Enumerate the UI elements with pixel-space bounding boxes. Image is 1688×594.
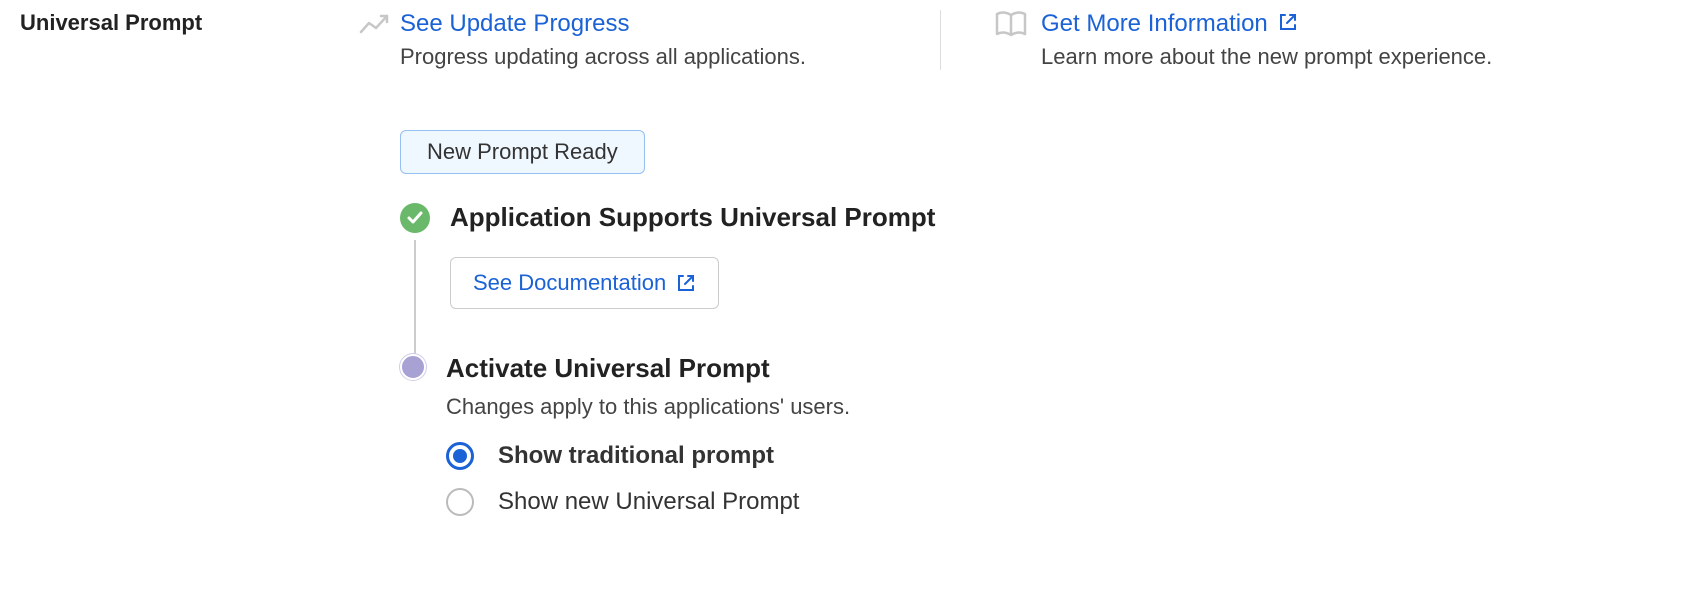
see-documentation-button[interactable]: See Documentation bbox=[450, 257, 719, 309]
radio-selected-icon bbox=[446, 442, 474, 470]
step2-title: Activate Universal Prompt bbox=[446, 353, 1668, 384]
radio-universal-prompt[interactable]: Show new Universal Prompt bbox=[446, 488, 1668, 516]
more-info-desc: Learn more about the new prompt experien… bbox=[1041, 44, 1668, 70]
see-documentation-label: See Documentation bbox=[473, 270, 666, 296]
get-more-info-link[interactable]: Get More Information bbox=[1041, 10, 1298, 37]
radio-universal-label: Show new Universal Prompt bbox=[498, 488, 799, 516]
body-left-spacer bbox=[20, 70, 400, 516]
new-prompt-ready-badge: New Prompt Ready bbox=[400, 130, 645, 174]
check-icon bbox=[400, 203, 430, 233]
section-title: Universal Prompt bbox=[20, 10, 202, 35]
radio-traditional-prompt[interactable]: Show traditional prompt bbox=[446, 442, 1668, 470]
section-label-col: Universal Prompt bbox=[20, 10, 350, 36]
more-info-block: Get More Information Learn more about th… bbox=[1041, 10, 1668, 70]
get-more-info-text: Get More Information bbox=[1041, 10, 1268, 37]
step-activate-prompt: Activate Universal Prompt Changes apply … bbox=[400, 353, 1668, 516]
body-main: New Prompt Ready Application Supports Un… bbox=[400, 70, 1668, 516]
external-link-icon bbox=[1278, 12, 1298, 32]
update-progress-block: See Update Progress Progress updating ac… bbox=[400, 10, 940, 70]
prompt-radio-group: Show traditional prompt Show new Univers… bbox=[446, 442, 1668, 516]
step2-content: Activate Universal Prompt Changes apply … bbox=[446, 353, 1668, 516]
body-row: New Prompt Ready Application Supports Un… bbox=[20, 70, 1668, 516]
step-connector bbox=[414, 240, 416, 370]
update-progress-desc: Progress updating across all application… bbox=[400, 44, 940, 70]
see-update-progress-link[interactable]: See Update Progress bbox=[400, 10, 629, 37]
external-link-icon bbox=[676, 273, 696, 293]
radio-traditional-label: Show traditional prompt bbox=[498, 442, 774, 470]
header-row: Universal Prompt See Update Progress Pro… bbox=[20, 10, 1668, 70]
step1-title: Application Supports Universal Prompt bbox=[450, 202, 1668, 233]
step-supports-prompt: Application Supports Universal Prompt bbox=[400, 202, 1668, 233]
vertical-divider bbox=[940, 10, 941, 70]
step2-desc: Changes apply to this applications' user… bbox=[446, 394, 1668, 420]
step-dot-icon bbox=[400, 354, 426, 380]
trend-icon bbox=[350, 10, 400, 36]
step1-content: Application Supports Universal Prompt bbox=[450, 202, 1668, 233]
radio-unselected-icon bbox=[446, 488, 474, 516]
book-icon bbox=[981, 10, 1041, 38]
